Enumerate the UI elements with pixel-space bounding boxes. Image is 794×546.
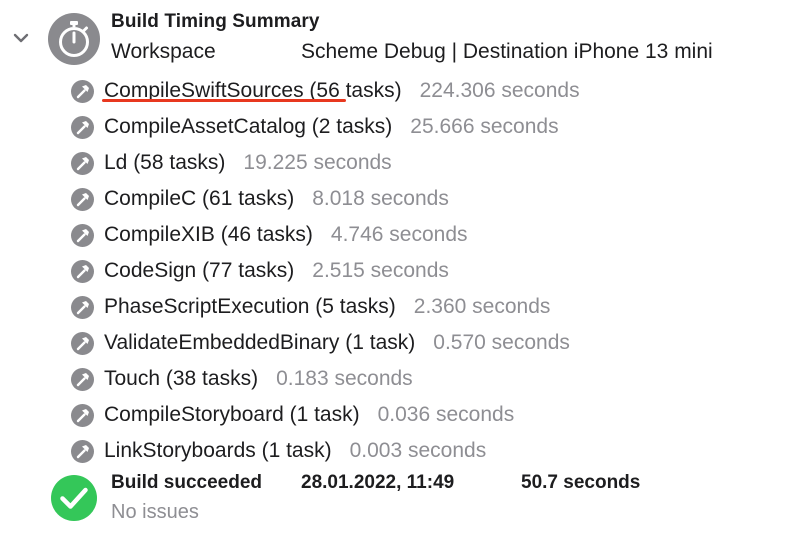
hammer-icon bbox=[71, 439, 94, 463]
task-row[interactable]: PhaseScriptExecution (5 tasks) 2.360 seco… bbox=[71, 294, 550, 320]
chevron-down-icon bbox=[13, 33, 29, 42]
task-duration: 0.183 seconds bbox=[276, 367, 413, 390]
hammer-icon bbox=[71, 187, 94, 211]
task-name: PhaseScriptExecution (5 tasks) bbox=[104, 295, 396, 318]
build-status: Build succeeded bbox=[111, 472, 262, 493]
checkmark-circle-icon bbox=[51, 475, 97, 521]
task-name: LinkStoryboards (1 task) bbox=[104, 439, 332, 462]
disclosure-toggle[interactable] bbox=[10, 30, 32, 46]
task-duration: 8.018 seconds bbox=[312, 187, 449, 210]
build-result: Build succeeded 28.01.2022, 11:49 50.7 s… bbox=[111, 472, 640, 494]
hammer-icon bbox=[71, 115, 94, 139]
hammer-icon bbox=[71, 259, 94, 283]
task-duration: 0.003 seconds bbox=[349, 439, 487, 462]
task-name: CompileAssetCatalog (2 tasks) bbox=[104, 115, 393, 138]
task-row[interactable]: CompileXIB (46 tasks) 4.746 seconds bbox=[71, 222, 468, 248]
hammer-icon bbox=[71, 331, 94, 355]
hammer-icon bbox=[71, 151, 94, 175]
hammer-icon bbox=[71, 79, 94, 103]
task-row[interactable]: ValidateEmbeddedBinary (1 task) 0.570 sec… bbox=[71, 330, 570, 356]
task-duration: 25.666 seconds bbox=[410, 115, 559, 138]
task-name: CompileXIB (46 tasks) bbox=[104, 223, 313, 246]
build-date: 28.01.2022, 11:49 bbox=[301, 472, 455, 493]
task-row[interactable]: CompileStoryboard (1 task) 0.036 seconds bbox=[71, 402, 514, 428]
task-name: CodeSign (77 tasks) bbox=[104, 259, 295, 282]
task-row[interactable]: CompileC (61 tasks) 8.018 seconds bbox=[71, 186, 449, 212]
task-row[interactable]: Touch (38 tasks) 0.183 seconds bbox=[71, 366, 413, 392]
task-name: Ld (58 tasks) bbox=[104, 151, 226, 174]
summary-subtitle: Workspace Scheme Debug | Destination iPh… bbox=[111, 40, 713, 64]
hammer-icon bbox=[71, 223, 94, 247]
task-duration: 224.306 seconds bbox=[419, 79, 580, 102]
task-duration: 2.360 seconds bbox=[413, 295, 551, 318]
task-name: Touch (38 tasks) bbox=[104, 367, 259, 390]
hammer-icon bbox=[71, 295, 94, 319]
task-row[interactable]: LinkStoryboards (1 task) 0.003 seconds bbox=[71, 438, 486, 464]
build-duration: 50.7 seconds bbox=[521, 472, 641, 493]
workspace-label: Workspace bbox=[111, 40, 216, 63]
task-row[interactable]: CodeSign (77 tasks) 2.515 seconds bbox=[71, 258, 449, 284]
summary-title: Build Timing Summary bbox=[111, 11, 320, 32]
hammer-icon bbox=[71, 403, 94, 427]
task-name: CompileStoryboard (1 task) bbox=[104, 403, 360, 426]
task-duration: 4.746 seconds bbox=[330, 223, 468, 246]
task-name: ValidateEmbeddedBinary (1 task) bbox=[104, 331, 416, 354]
issues-label: No issues bbox=[111, 501, 199, 523]
task-duration: 0.036 seconds bbox=[377, 403, 515, 426]
stopwatch-icon bbox=[48, 13, 100, 65]
task-row[interactable]: Ld (58 tasks) 19.225 seconds bbox=[71, 150, 392, 176]
hammer-icon bbox=[71, 367, 94, 391]
task-row[interactable]: CompileAssetCatalog (2 tasks) 25.666 seco… bbox=[71, 114, 559, 140]
task-duration: 2.515 seconds bbox=[312, 259, 449, 282]
annotation-underline bbox=[102, 99, 346, 102]
scheme-destination-label: Scheme Debug | Destination iPhone 13 min… bbox=[301, 40, 713, 63]
task-name: CompileC (61 tasks) bbox=[104, 187, 295, 210]
task-duration: 0.570 seconds bbox=[433, 331, 570, 354]
task-duration: 19.225 seconds bbox=[243, 151, 392, 174]
